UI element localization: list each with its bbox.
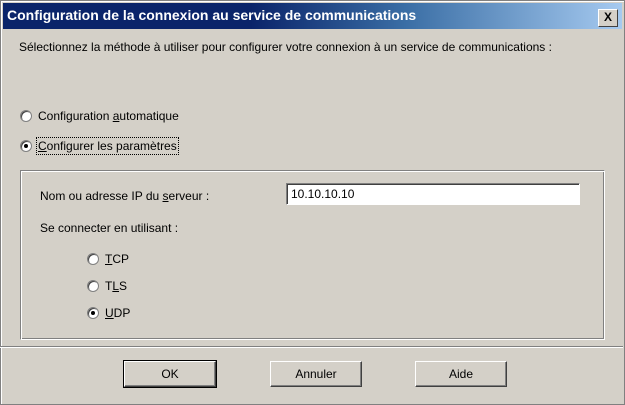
radio-configure-icon[interactable] bbox=[20, 140, 32, 152]
radio-tcp-label: TCP bbox=[105, 252, 130, 266]
radio-automatic-label: Configuration automatique bbox=[38, 109, 179, 123]
button-separator bbox=[0, 346, 623, 348]
radio-tls-label: TLS bbox=[105, 279, 128, 293]
ok-button[interactable]: OK bbox=[123, 360, 217, 388]
help-button[interactable]: Aide bbox=[415, 361, 507, 387]
radio-configure-parameters[interactable]: Configurer les paramètres bbox=[20, 137, 179, 155]
radio-udp-label: UDP bbox=[105, 306, 131, 320]
cancel-button[interactable]: Annuler bbox=[270, 361, 362, 387]
radio-automatic-icon[interactable] bbox=[20, 110, 32, 122]
radio-automatic-config[interactable]: Configuration automatique bbox=[20, 109, 179, 123]
radio-tls[interactable]: TLS bbox=[87, 279, 127, 293]
radio-tls-icon[interactable] bbox=[87, 280, 99, 292]
radio-udp[interactable]: UDP bbox=[87, 306, 130, 320]
radio-tcp[interactable]: TCP bbox=[87, 252, 129, 266]
title-bar[interactable]: Configuration de la connexion au service… bbox=[3, 3, 622, 29]
window-title: Configuration de la connexion au service… bbox=[7, 7, 417, 23]
radio-udp-icon[interactable] bbox=[87, 307, 99, 319]
close-button[interactable]: X bbox=[598, 9, 618, 27]
radio-configure-label: Configurer les paramètres bbox=[36, 137, 179, 155]
server-address-input[interactable] bbox=[286, 183, 580, 205]
instructions-text: Sélectionnez la méthode à utiliser pour … bbox=[19, 40, 552, 54]
radio-tcp-icon[interactable] bbox=[87, 253, 99, 265]
server-label: Nom ou adresse IP du serveur : bbox=[40, 189, 210, 203]
connect-using-label: Se connecter en utilisant : bbox=[40, 221, 179, 235]
